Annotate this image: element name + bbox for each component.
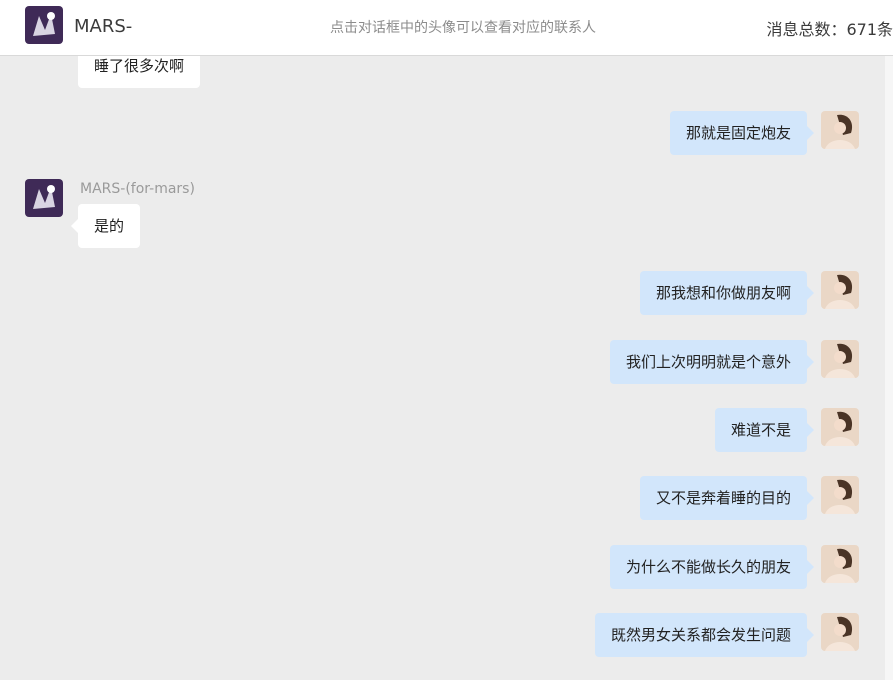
self-avatar-icon[interactable] bbox=[821, 476, 859, 514]
sender-name: MARS-(for-mars) bbox=[80, 181, 195, 197]
message-bubble[interactable]: 既然男女关系都会发生问题 bbox=[594, 613, 815, 657]
message-bubble[interactable]: 那就是固定炮友 bbox=[669, 111, 815, 155]
message-bubble[interactable]: 那我想和你做朋友啊 bbox=[639, 271, 815, 315]
message-bubble[interactable]: 又不是奔着睡的目的 bbox=[639, 476, 815, 520]
message-bubble[interactable]: 为什么不能做长久的朋友 bbox=[609, 545, 815, 589]
message-bubble[interactable]: 是的 bbox=[70, 204, 141, 248]
self-avatar-icon[interactable] bbox=[821, 613, 859, 651]
message-bubble[interactable]: 我们上次明明就是个意外 bbox=[609, 340, 815, 384]
message-bubble[interactable]: 难道不是 bbox=[714, 408, 815, 452]
contact-name: MARS- bbox=[74, 16, 133, 37]
self-avatar-icon[interactable] bbox=[821, 271, 859, 309]
self-avatar-icon[interactable] bbox=[821, 408, 859, 446]
self-avatar-icon[interactable] bbox=[821, 111, 859, 149]
avatar-tip: 点击对话框中的头像可以查看对应的联系人 bbox=[330, 20, 596, 36]
chat-header: MARS- 点击对话框中的头像可以查看对应的联系人 消息总数：671条 bbox=[0, 0, 893, 56]
message-count: 消息总数：671条 bbox=[766, 20, 893, 39]
contact-avatar-icon[interactable] bbox=[25, 179, 63, 217]
contact-avatar-icon[interactable] bbox=[25, 6, 63, 44]
self-avatar-icon[interactable] bbox=[821, 545, 859, 583]
scrollbar-track[interactable] bbox=[885, 56, 893, 680]
self-avatar-icon[interactable] bbox=[821, 340, 859, 378]
